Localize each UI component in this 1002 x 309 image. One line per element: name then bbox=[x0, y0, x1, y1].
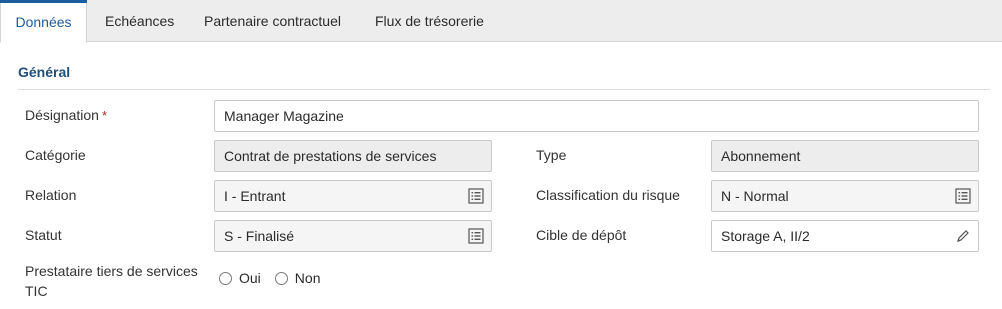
relation-picklist[interactable]: I - Entrant bbox=[214, 180, 492, 212]
relation-value: I - Entrant bbox=[224, 188, 286, 204]
radio-circle-oui[interactable] bbox=[219, 271, 232, 285]
categorie-value: Contrat de prestations de services bbox=[224, 148, 437, 164]
radio-non[interactable]: Non bbox=[274, 270, 321, 286]
categorie-field: Contrat de prestations de services bbox=[214, 140, 492, 172]
designation-input[interactable]: Manager Magazine bbox=[214, 100, 979, 132]
type-field: Abonnement bbox=[711, 140, 979, 172]
list-icon[interactable] bbox=[468, 228, 484, 244]
prestataire-label-line1: Prestataire tiers de services bbox=[25, 263, 198, 279]
classification-label: Classification du risque bbox=[536, 187, 680, 203]
classification-picklist[interactable]: N - Normal bbox=[711, 180, 979, 212]
tab-bar: Données Echéances Partenaire contractuel… bbox=[0, 0, 1002, 43]
categorie-label: Catégorie bbox=[25, 147, 86, 163]
type-value: Abonnement bbox=[721, 148, 801, 164]
prestataire-label: Prestataire tiers de services TIC bbox=[25, 261, 198, 301]
relation-label: Relation bbox=[25, 187, 77, 203]
designation-label-text: Désignation bbox=[25, 107, 99, 123]
designation-value: Manager Magazine bbox=[224, 108, 344, 124]
radio-label-oui: Oui bbox=[239, 270, 261, 286]
cible-label: Cible de dépôt bbox=[536, 227, 627, 243]
required-marker: * bbox=[101, 108, 107, 123]
radio-label-non: Non bbox=[294, 270, 321, 286]
cible-value: Storage A, II/2 bbox=[721, 228, 810, 244]
list-icon[interactable] bbox=[955, 188, 971, 204]
classification-value: N - Normal bbox=[721, 188, 789, 204]
prestataire-label-line2: TIC bbox=[25, 283, 48, 299]
statut-label: Statut bbox=[25, 227, 62, 243]
pencil-icon[interactable] bbox=[955, 228, 971, 244]
prestataire-radio-group: Oui Non bbox=[219, 270, 334, 286]
section-title: Général bbox=[18, 64, 71, 80]
radio-oui[interactable]: Oui bbox=[219, 270, 261, 286]
tab-flux-de-tresorerie[interactable]: Flux de trésorerie bbox=[375, 0, 484, 42]
statut-picklist[interactable]: S - Finalisé bbox=[214, 220, 492, 252]
section-divider bbox=[18, 89, 990, 90]
cible-field[interactable]: Storage A, II/2 bbox=[711, 220, 979, 252]
designation-label: Désignation * bbox=[25, 107, 107, 123]
radio-circle-non[interactable] bbox=[274, 271, 288, 285]
type-label: Type bbox=[536, 147, 567, 163]
tab-donnees[interactable]: Données bbox=[0, 0, 87, 43]
tab-echeances[interactable]: Echéances bbox=[105, 0, 174, 42]
list-icon[interactable] bbox=[468, 188, 484, 204]
tab-partenaire-contractuel[interactable]: Partenaire contractuel bbox=[204, 0, 341, 42]
statut-value: S - Finalisé bbox=[224, 228, 295, 244]
